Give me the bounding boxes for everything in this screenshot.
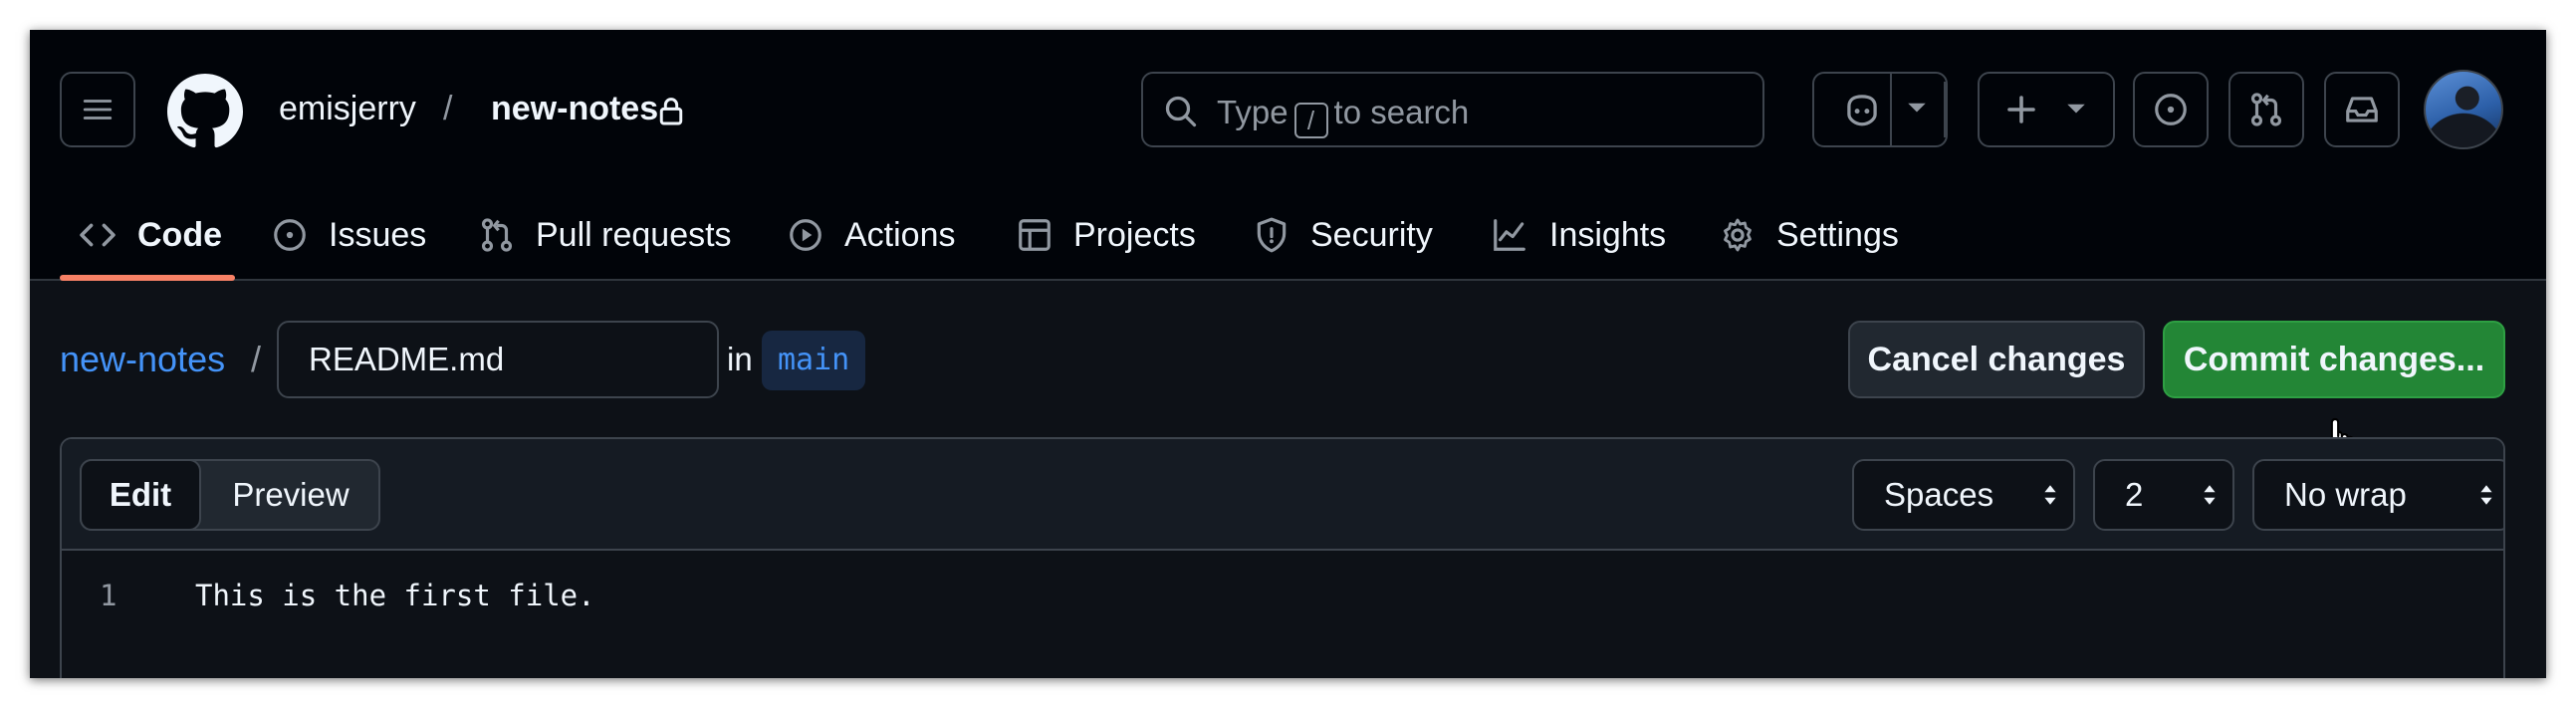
- tab-label: Actions: [844, 215, 956, 254]
- tab-issues[interactable]: Issues: [271, 211, 426, 259]
- wrap-mode-select[interactable]: No wrap: [2252, 459, 2503, 531]
- in-branch-label: in: [727, 341, 753, 377]
- copilot-divider: [1890, 74, 1892, 145]
- edit-file-page: new-notes / README.md in main Cancel cha…: [30, 281, 2546, 678]
- indent-size-value: 2: [2125, 476, 2144, 513]
- indent-mode-value: Spaces: [1884, 476, 1994, 513]
- slash-key-hint: /: [1293, 103, 1328, 138]
- cancel-changes-button[interactable]: Cancel changes: [1848, 321, 2145, 398]
- tab-actions[interactable]: Actions: [787, 211, 956, 259]
- toolbar-divider: [1944, 82, 1946, 137]
- global-top-bar: emisjerry / new-notes Type / to search: [30, 30, 2546, 189]
- repo-header: emisjerry / new-notes Type / to search C…: [30, 30, 2546, 281]
- tab-code[interactable]: Code: [78, 211, 222, 259]
- lock-icon: [659, 98, 683, 125]
- search-placeholder: Type / to search: [1217, 94, 1469, 138]
- copilot-icon: [1847, 95, 1877, 126]
- create-new-button[interactable]: [1978, 72, 2115, 147]
- graph-icon: [1494, 219, 1525, 251]
- tab-label: Code: [137, 215, 222, 254]
- tab-security[interactable]: Security: [1253, 211, 1433, 259]
- inbox-button[interactable]: [2324, 72, 2400, 147]
- indent-size-select[interactable]: 2: [2093, 459, 2234, 531]
- hamburger-menu-button[interactable]: [60, 72, 135, 147]
- repo-owner-link[interactable]: emisjerry: [279, 90, 416, 128]
- chevron-down-icon: [2067, 104, 2085, 114]
- git-pull-request-icon: [481, 218, 513, 252]
- tab-pull-requests[interactable]: Pull requests: [478, 211, 732, 259]
- chevron-down-icon[interactable]: [1906, 102, 1928, 116]
- tab-label: Pull requests: [536, 215, 732, 254]
- tab-label: Projects: [1073, 215, 1196, 254]
- repo-tab-nav: Code Issues Pull requests Actions Projec…: [30, 189, 2546, 281]
- tab-label: Insights: [1549, 215, 1667, 254]
- shield-icon: [1257, 217, 1287, 253]
- issue-opened-icon: [2155, 94, 2187, 125]
- code-icon: [80, 223, 116, 247]
- line-number: 1: [100, 579, 117, 612]
- play-icon: [790, 219, 821, 251]
- hamburger-icon: [83, 100, 113, 119]
- search-placeholder-prefix: Type: [1217, 94, 1288, 130]
- editor-toolbar: Edit Preview Spaces 2 No wrap: [62, 439, 2503, 551]
- filename-input[interactable]: README.md: [277, 321, 719, 398]
- copilot-button-group[interactable]: [1812, 72, 1948, 147]
- tab-edit[interactable]: Edit: [80, 459, 201, 531]
- branch-badge[interactable]: main: [762, 331, 866, 390]
- search-placeholder-suffix: to search: [1333, 94, 1470, 130]
- tab-preview[interactable]: Preview: [201, 461, 380, 529]
- tab-settings[interactable]: Settings: [1719, 211, 1899, 259]
- git-pull-request-icon: [2250, 93, 2282, 126]
- repo-root-link[interactable]: new-notes: [60, 339, 225, 380]
- code-editor: Edit Preview Spaces 2 No wrap 1 This is …: [60, 437, 2505, 678]
- search-icon: [1165, 96, 1197, 127]
- path-separator: /: [251, 339, 262, 379]
- search-input[interactable]: Type / to search: [1141, 72, 1764, 147]
- gear-icon: [1724, 218, 1752, 252]
- pull-requests-shortcut-button[interactable]: [2228, 72, 2304, 147]
- tab-label: Issues: [329, 215, 427, 254]
- repo-name-link[interactable]: new-notes: [491, 90, 658, 128]
- indent-mode-select[interactable]: Spaces: [1852, 459, 2075, 531]
- tab-label: Settings: [1776, 215, 1899, 254]
- tab-label: Security: [1310, 215, 1433, 254]
- select-caret-icon: [2204, 485, 2216, 505]
- issue-opened-icon: [274, 219, 306, 251]
- github-logo-icon[interactable]: [167, 74, 243, 149]
- plus-icon: [2007, 96, 2035, 123]
- wrap-mode-value: No wrap: [2284, 476, 2407, 513]
- breadcrumb-separator: /: [443, 90, 453, 127]
- browser-window: emisjerry / new-notes Type / to search C…: [30, 30, 2546, 678]
- code-line[interactable]: This is the first file.: [195, 579, 595, 612]
- edit-preview-toggle: Edit Preview: [80, 459, 380, 531]
- commit-changes-button[interactable]: Commit changes...: [2163, 321, 2505, 398]
- avatar[interactable]: [2424, 70, 2503, 149]
- tab-insights[interactable]: Insights: [1490, 211, 1666, 259]
- select-caret-icon: [2480, 485, 2492, 505]
- select-caret-icon: [2044, 485, 2056, 505]
- inbox-icon: [2346, 97, 2378, 122]
- table-icon: [1019, 219, 1051, 251]
- tab-projects[interactable]: Projects: [1016, 211, 1196, 259]
- issues-shortcut-button[interactable]: [2133, 72, 2209, 147]
